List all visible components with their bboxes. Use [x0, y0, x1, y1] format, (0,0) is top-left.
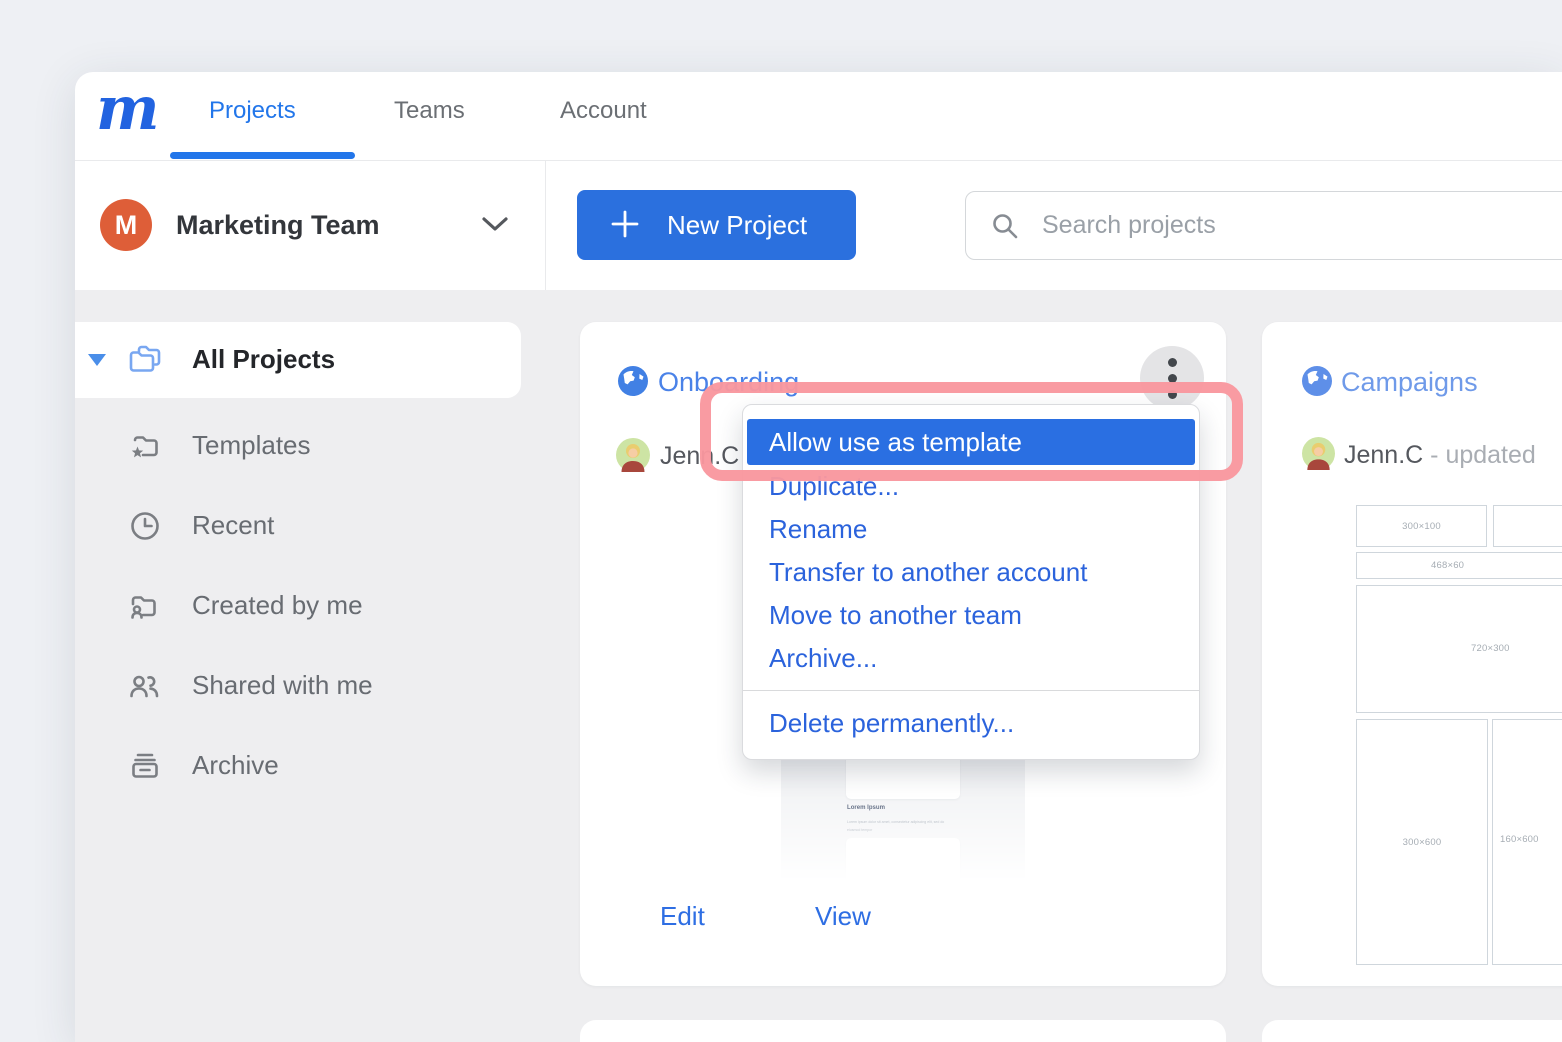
active-tab-underline: [170, 152, 355, 159]
avatar: [616, 438, 650, 477]
thumbnail-text-line: Lorem ipsum dolor sit amet, consectetur …: [847, 820, 944, 824]
banner-label: 720×300: [1471, 643, 1510, 654]
project-owner: Jenn.C - updated: [1344, 441, 1536, 470]
banner-box-300x100: 300×100: [1356, 505, 1487, 547]
team-avatar: M: [100, 199, 152, 251]
person-folder-icon: [127, 588, 163, 624]
banner-box-160x600: 160×600: [1492, 719, 1562, 965]
banner-box-300x600: 300×600: [1356, 719, 1488, 965]
tab-account[interactable]: Account: [560, 97, 647, 125]
menu-item-allow-use-as-template[interactable]: Allow use as template: [747, 419, 1195, 465]
search-box: [965, 191, 1562, 260]
clock-icon: [127, 508, 163, 544]
plus-icon: [609, 208, 641, 243]
tab-projects[interactable]: Projects: [209, 97, 296, 125]
template-folder-icon: [127, 428, 163, 464]
menu-item-move-team[interactable]: Move to another team: [743, 594, 1199, 637]
banner-box-720x300: 720×300: [1356, 585, 1562, 713]
menu-item-archive[interactable]: Archive...: [743, 637, 1199, 680]
thumbnail-heading: Lorem Ipsum: [847, 804, 885, 811]
thumbnail-block: [846, 838, 960, 890]
people-icon: [127, 668, 163, 704]
app-page: m Projects Teams Account M Marketing Tea…: [0, 0, 1562, 1042]
kebab-dot: [1168, 358, 1177, 367]
app-logo[interactable]: m: [96, 74, 160, 144]
project-menu-button[interactable]: [1140, 346, 1204, 410]
project-card-partial: [580, 1020, 1226, 1042]
chevron-down-icon[interactable]: [481, 216, 509, 237]
project-context-menu: Allow use as template Duplicate... Renam…: [742, 404, 1200, 760]
avatar: [1302, 437, 1335, 475]
sidebar-label-templates[interactable]: Templates: [192, 430, 311, 461]
globe-icon: [618, 366, 648, 401]
owner-status: - updated: [1430, 441, 1536, 469]
kebab-dot: [1168, 390, 1177, 399]
view-link[interactable]: View: [815, 901, 871, 932]
new-project-label: New Project: [667, 210, 807, 241]
owner-name: Jenn.C: [1344, 441, 1423, 469]
sidebar-label-archive[interactable]: Archive: [192, 750, 279, 781]
project-card-partial: [1262, 1020, 1562, 1042]
topbar-divider: [75, 160, 1562, 161]
edit-link[interactable]: Edit: [660, 901, 705, 932]
menu-item-duplicate[interactable]: Duplicate...: [743, 465, 1199, 508]
banner-box-468x60: 468×60: [1356, 552, 1562, 579]
sidebar-label-recent[interactable]: Recent: [192, 510, 274, 541]
new-project-button[interactable]: New Project: [577, 190, 856, 260]
banner-label: 468×60: [1431, 560, 1464, 571]
archive-icon: [127, 748, 163, 784]
menu-item-delete-permanently[interactable]: Delete permanently...: [743, 703, 1199, 743]
project-title-campaigns[interactable]: Campaigns: [1341, 367, 1478, 398]
team-name[interactable]: Marketing Team: [176, 210, 380, 241]
sidebar-label-all-projects[interactable]: All Projects: [192, 344, 335, 375]
menu-item-transfer-account[interactable]: Transfer to another account: [743, 551, 1199, 594]
search-icon: [990, 211, 1020, 241]
tab-teams[interactable]: Teams: [394, 97, 465, 125]
banner-label: 300×100: [1402, 521, 1441, 532]
banner-label: 300×600: [1403, 837, 1442, 848]
thumbnail-text-line: eiusmod tempor: [847, 828, 872, 832]
banner-label: 160×600: [1500, 834, 1539, 845]
menu-item-rename[interactable]: Rename: [743, 508, 1199, 551]
kebab-dot: [1168, 374, 1177, 383]
folders-icon: [127, 342, 163, 378]
header-vertical-divider: [545, 161, 546, 290]
project-owner: Jenn.C: [660, 442, 739, 471]
banner-box-partial: [1493, 505, 1562, 547]
disclosure-triangle-icon[interactable]: [88, 354, 106, 366]
sidebar-label-created-by-me[interactable]: Created by me: [192, 590, 363, 621]
search-input[interactable]: [1042, 211, 1482, 240]
sidebar-label-shared-with-me[interactable]: Shared with me: [192, 670, 373, 701]
globe-icon: [1302, 366, 1332, 401]
project-title-onboarding[interactable]: Onboarding: [658, 367, 799, 398]
